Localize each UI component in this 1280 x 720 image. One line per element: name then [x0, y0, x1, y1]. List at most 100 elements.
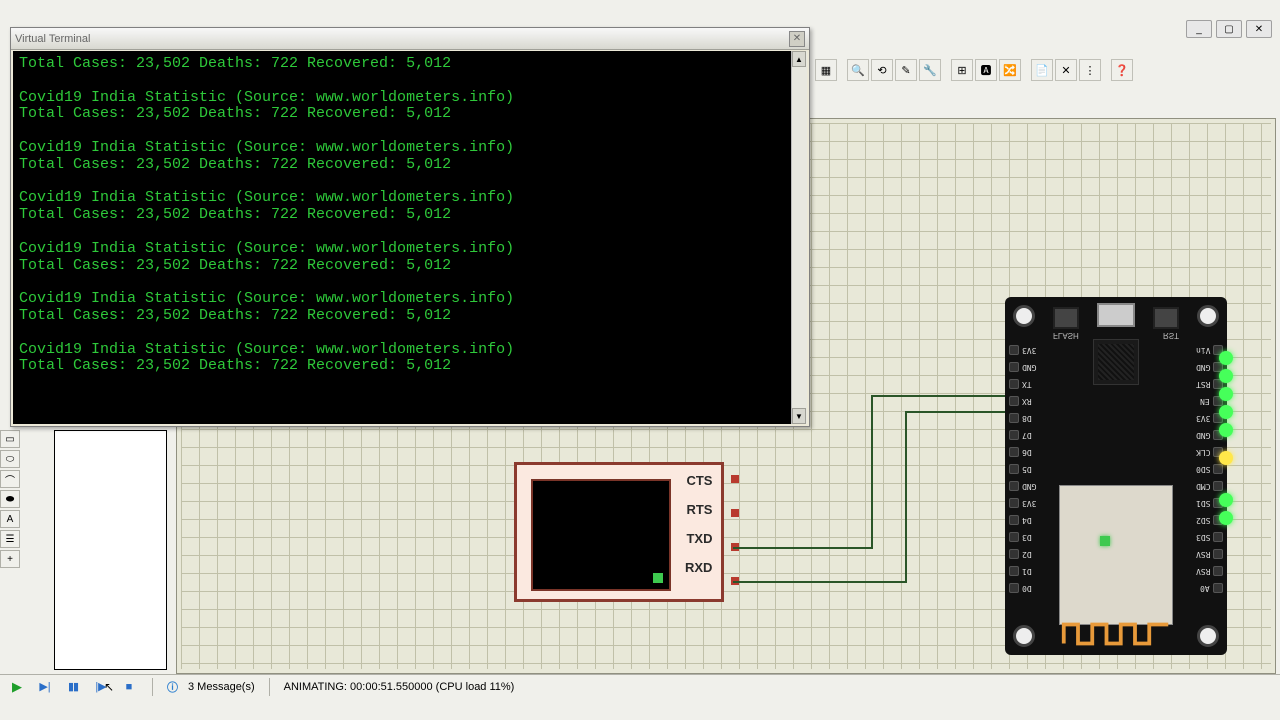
right-pin-header: VinGNDRSTEN3V3GNDCLKSD0CMDSD1SD2SD3RSVRS… [1196, 343, 1223, 595]
mcu-pin[interactable]: D3 [1009, 530, 1032, 544]
pin-rxd: RXD [685, 560, 712, 575]
mounting-hole-icon [1197, 305, 1219, 327]
pin-rts: RTS [685, 502, 712, 517]
pin-activity-led [1219, 405, 1233, 419]
virtual-terminal-window[interactable]: Virtual Terminal ✕ Total Cases: 23,502 D… [10, 27, 810, 427]
terminal-component-screen [531, 479, 671, 591]
flash-label: FLASH [1053, 331, 1079, 340]
pin-activity-led [1219, 351, 1233, 365]
left-pin-header: 3V3 GND TX RX D8 D7 D6 D5 GND 3V3 D4 D3 D2 D1 D0 [1009, 343, 1036, 595]
mcu-pin[interactable]: GND [1009, 360, 1036, 374]
wire[interactable] [733, 547, 873, 549]
delete-icon[interactable]: ✕ [1055, 59, 1077, 81]
page-icon[interactable]: 📄 [1031, 59, 1053, 81]
wire[interactable] [905, 411, 907, 583]
step-button[interactable]: ▶| [36, 679, 54, 695]
terminal-scrollbar[interactable]: ▲ ▼ [791, 51, 807, 424]
mcu-pin[interactable]: D6 [1009, 445, 1032, 459]
terminal-close-button[interactable]: ✕ [789, 31, 805, 47]
mcu-pin[interactable]: 3V3 [1009, 496, 1036, 510]
status-bar: ▶ ▶| ▮▮ |▶ ■ ⓘ 3 Message(s) ANIMATING: 0… [0, 674, 1280, 698]
arc-tool-icon[interactable]: ⌒ [0, 470, 20, 488]
close-button[interactable]: ✕ [1246, 20, 1272, 38]
pin-activity-led [1219, 451, 1233, 465]
stop-button[interactable]: ■ [120, 679, 138, 695]
mcu-pin[interactable]: CMD [1196, 479, 1223, 493]
terminal-title: Virtual Terminal [15, 33, 789, 45]
mcu-pin[interactable]: D7 [1009, 428, 1032, 442]
reset-button[interactable] [1153, 307, 1179, 329]
left-toolbar: ▭ ⬭ ⌒ ⬬ A ☰ + [0, 430, 22, 568]
rst-label: RST [1163, 331, 1179, 340]
pin-pad-rts[interactable] [731, 509, 739, 517]
scroll-down-icon[interactable]: ▼ [792, 408, 806, 424]
esp8266-shield-icon [1059, 485, 1173, 625]
mcu-pin[interactable]: SD0 [1196, 462, 1223, 476]
pin-activity-led [1219, 511, 1233, 525]
terminal-titlebar[interactable]: Virtual Terminal ✕ [11, 28, 809, 50]
mcu-pin[interactable]: D8 [1009, 411, 1032, 425]
play-button[interactable]: ▶ [8, 679, 26, 695]
text-tool-icon[interactable]: A [0, 510, 20, 528]
mcu-pin[interactable]: 3V3 [1009, 343, 1036, 357]
wire[interactable] [733, 581, 907, 583]
pin-pad-cts[interactable] [731, 475, 739, 483]
terminal-activity-led [653, 573, 663, 583]
wifi-led [1100, 536, 1110, 546]
mcu-pin[interactable]: D4 [1009, 513, 1032, 527]
oval-tool-icon[interactable]: ⬬ [0, 490, 20, 508]
mounting-hole-icon [1197, 625, 1219, 647]
terminal-output[interactable]: Total Cases: 23,502 Deaths: 722 Recovere… [13, 51, 807, 424]
mcu-pin[interactable]: RX [1009, 394, 1032, 408]
flash-button[interactable] [1053, 307, 1079, 329]
scroll-up-icon[interactable]: ▲ [792, 51, 806, 67]
list-tool-icon[interactable]: ☰ [0, 530, 20, 548]
virtual-terminal-component[interactable]: CTS RTS TXD RXD [514, 462, 724, 602]
mcu-pin[interactable]: D2 [1009, 547, 1032, 561]
overview-pane[interactable] [54, 430, 167, 670]
edit-icon[interactable]: ✎ [895, 59, 917, 81]
pause-button[interactable]: ▮▮ [64, 679, 82, 695]
nodemcu-board[interactable]: FLASH RST 3V3 GND TX RX D8 D7 D6 D5 GND 3V3 D4 D3 D2… [1005, 297, 1227, 655]
wire[interactable] [871, 395, 1005, 397]
wrench-icon[interactable]: 🔧 [919, 59, 941, 81]
pin-txd: TXD [685, 531, 712, 546]
zoom-icon[interactable]: 🔍 [847, 59, 869, 81]
route-icon[interactable]: 🔀 [999, 59, 1021, 81]
mounting-hole-icon [1013, 625, 1035, 647]
messages-count[interactable]: 3 Message(s) [188, 681, 255, 693]
mcu-pin[interactable]: D0 [1009, 581, 1032, 595]
usb-port-icon [1097, 303, 1135, 327]
plus-tool-icon[interactable]: + [0, 550, 20, 568]
pcb-antenna-icon [1059, 619, 1173, 649]
mcu-pin[interactable]: D1 [1009, 564, 1032, 578]
pin-activity-led [1219, 493, 1233, 507]
mcu-pin[interactable]: GND [1009, 479, 1036, 493]
wire[interactable] [905, 411, 1005, 413]
usb-serial-chip-icon [1093, 339, 1139, 385]
info-icon: ⓘ [167, 679, 178, 695]
mcu-pin[interactable]: RSV [1196, 564, 1223, 578]
help-icon[interactable]: ❓ [1111, 59, 1133, 81]
mcu-pin[interactable]: TX [1009, 377, 1032, 391]
minimize-button[interactable]: _ [1186, 20, 1212, 38]
toolbar-grid-icon[interactable]: ▦ [815, 59, 837, 81]
maximize-button[interactable]: ▢ [1216, 20, 1242, 38]
mcu-pin[interactable]: D5 [1009, 462, 1032, 476]
main-toolbar: ▦ 🔍 ⟲ ✎ 🔧 ⊞ 🅰 🔀 📄 ✕ ⋮ ❓ [815, 58, 1220, 82]
cursor-icon: ↖ [104, 680, 114, 694]
mcu-pin[interactable]: A0 [1200, 581, 1223, 595]
wire[interactable] [871, 395, 873, 549]
mcu-pin[interactable]: SD3 [1196, 530, 1223, 544]
rect-tool-icon[interactable]: ▭ [0, 430, 20, 448]
mounting-hole-icon [1013, 305, 1035, 327]
ellipse-tool-icon[interactable]: ⬭ [0, 450, 20, 468]
simulation-status: ANIMATING: 00:00:51.550000 (CPU load 11%… [284, 681, 515, 693]
more-icon[interactable]: ⋮ [1079, 59, 1101, 81]
mcu-pin[interactable]: RSV [1196, 547, 1223, 561]
text-icon[interactable]: 🅰 [975, 59, 997, 81]
pin-activity-led [1219, 387, 1233, 401]
component-icon[interactable]: ⊞ [951, 59, 973, 81]
pin-activity-led [1219, 423, 1233, 437]
rotate-icon[interactable]: ⟲ [871, 59, 893, 81]
